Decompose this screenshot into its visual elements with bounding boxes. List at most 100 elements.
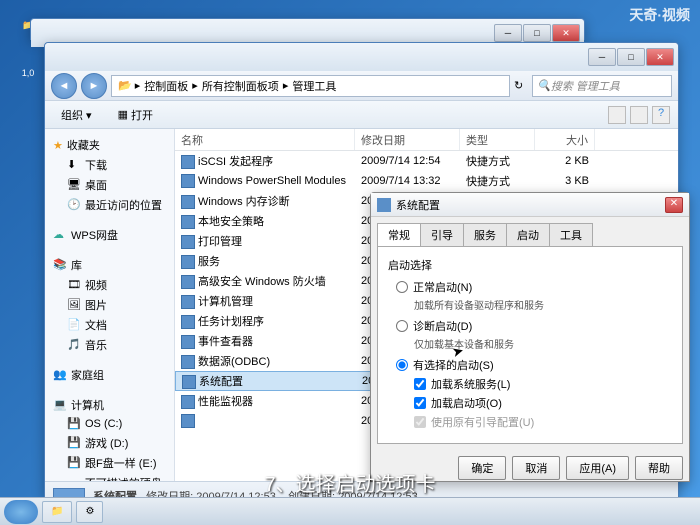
shortcut-icon (181, 315, 195, 329)
tabs: 常规 引导 服务 启动 工具 (371, 217, 689, 246)
column-headers[interactable]: 名称 修改日期 类型 大小 (175, 129, 678, 151)
search-input[interactable]: 🔍 搜索 管理工具 (532, 75, 672, 97)
drive-icon: 💾 (67, 436, 81, 450)
background-window: ─ □ ✕ (30, 18, 585, 40)
taskbar-item[interactable]: ⚙ (76, 501, 103, 523)
col-date[interactable]: 修改日期 (355, 129, 460, 150)
titlebar[interactable]: ─ □ ✕ (45, 43, 678, 71)
toolbar: 组织 ▾ ▦ 打开 ? (45, 101, 678, 129)
msconfig-dialog: 系统配置 ✕ 常规 引导 服务 启动 工具 启动选择 正常启动(N) 加载所有设… (370, 192, 690, 482)
ok-button[interactable]: 确定 (458, 456, 506, 480)
tab-services[interactable]: 服务 (463, 223, 507, 246)
check-bootcfg: 使用原有引导配置(U) (414, 414, 672, 430)
col-type[interactable]: 类型 (460, 129, 535, 150)
tab-tools[interactable]: 工具 (549, 223, 593, 246)
video-icon: 🎞 (67, 278, 81, 292)
taskbar: 📁 ⚙ (0, 497, 700, 525)
folder-icon: 📂 ▸ (118, 79, 140, 92)
close-button[interactable]: ✕ (646, 48, 674, 66)
dialog-title: 系统配置 (396, 197, 440, 213)
organize-button[interactable]: 组织 ▾ (53, 104, 100, 126)
desktop-icon[interactable]: 1,0 (8, 68, 48, 108)
shortcut-icon (181, 355, 195, 369)
apply-button[interactable]: 应用(A) (566, 456, 629, 480)
address-bar: ◄ ► 📂 ▸ 控制面板▸ 所有控制面板项▸ 管理工具 ↻ 🔍 搜索 管理工具 (45, 71, 678, 101)
cloud-icon: ☁ (53, 228, 67, 242)
star-icon: ★ (53, 139, 63, 152)
picture-icon: 🖼 (67, 298, 81, 312)
taskbar-item[interactable]: 📁 (42, 501, 72, 523)
sidebar-item-drive-e[interactable]: 💾跟F盘一样 (E:) (49, 453, 170, 473)
sidebar-item-drive-c[interactable]: 💾OS (C:) (49, 415, 170, 433)
breadcrumb-item[interactable]: 管理工具 (292, 78, 336, 94)
app-icon (377, 198, 391, 212)
shortcut-icon (181, 395, 195, 409)
sidebar-item-desktop[interactable]: 🖥桌面 (49, 175, 170, 195)
sidebar-item-downloads[interactable]: ⬇下载 (49, 155, 170, 175)
shortcut-icon (181, 215, 195, 229)
preview-icon[interactable] (630, 106, 648, 124)
help-icon[interactable]: ? (652, 106, 670, 124)
sidebar-wps[interactable]: ☁WPS网盘 (49, 225, 170, 245)
dialog-titlebar[interactable]: 系统配置 ✕ (371, 193, 689, 217)
radio-diagnostic[interactable]: 诊断启动(D) (396, 318, 672, 334)
drive-icon: 💾 (67, 417, 81, 431)
breadcrumb-item[interactable]: 控制面板 (144, 78, 188, 94)
radio-normal[interactable]: 正常启动(N) (396, 279, 672, 295)
forward-button[interactable]: ► (81, 73, 107, 99)
check-services[interactable]: 加载系统服务(L) (414, 376, 672, 392)
sidebar-computer[interactable]: 💻计算机 (49, 395, 170, 415)
sidebar-favorites[interactable]: ★收藏夹 (49, 135, 170, 155)
maximize-button[interactable]: □ (617, 48, 645, 66)
watermark: 天奇·视频 (629, 5, 690, 25)
sidebar-libraries[interactable]: 📚库 (49, 255, 170, 275)
drive-icon: 💾 (67, 456, 81, 470)
shortcut-icon (181, 235, 195, 249)
sidebar-item-pictures[interactable]: 🖼图片 (49, 295, 170, 315)
maximize-button[interactable]: □ (523, 24, 551, 42)
music-icon: 🎵 (67, 338, 81, 352)
shortcut-icon (181, 295, 195, 309)
tab-startup[interactable]: 启动 (506, 223, 550, 246)
col-name[interactable]: 名称 (175, 129, 355, 150)
view-icon[interactable] (608, 106, 626, 124)
dialog-body: 启动选择 正常启动(N) 加载所有设备驱动程序和服务 诊断启动(D) 仅加载基本… (377, 246, 683, 444)
minimize-button[interactable]: ─ (588, 48, 616, 66)
sidebar-homegroup[interactable]: 👥家庭组 (49, 365, 170, 385)
radio-selective[interactable]: 有选择的启动(S) (396, 357, 672, 373)
refresh-icon[interactable]: ↻ (514, 79, 528, 92)
open-button[interactable]: ▦ 打开 (110, 104, 161, 126)
col-size[interactable]: 大小 (535, 129, 595, 150)
library-icon: 📚 (53, 258, 67, 272)
help-button[interactable]: 帮助 (635, 456, 683, 480)
shortcut-icon (182, 375, 196, 389)
desc-normal: 加载所有设备驱动程序和服务 (414, 297, 672, 312)
recent-icon: 🕑 (67, 198, 81, 212)
breadcrumb-item[interactable]: 所有控制面板项 (202, 78, 279, 94)
tab-boot[interactable]: 引导 (420, 223, 464, 246)
computer-icon: 💻 (53, 398, 67, 412)
start-button[interactable] (4, 500, 38, 524)
cancel-button[interactable]: 取消 (512, 456, 560, 480)
sidebar-item-drive-d[interactable]: 💾游戏 (D:) (49, 433, 170, 453)
sidebar-item-documents[interactable]: 📄文档 (49, 315, 170, 335)
close-button[interactable]: ✕ (665, 197, 683, 213)
sidebar-item-music[interactable]: 🎵音乐 (49, 335, 170, 355)
download-icon: ⬇ (67, 158, 81, 172)
sidebar-item-drive-f[interactable]: 💾不可描述的硬盘 ( (49, 473, 170, 481)
tab-general[interactable]: 常规 (377, 223, 421, 246)
sidebar-item-recent[interactable]: 🕑最近访问的位置 (49, 195, 170, 215)
check-startup[interactable]: 加载启动项(O) (414, 395, 672, 411)
document-icon: 📄 (67, 318, 81, 332)
breadcrumb[interactable]: 📂 ▸ 控制面板▸ 所有控制面板项▸ 管理工具 (111, 75, 510, 97)
subtitle-caption: 7、选择启动选项卡 (264, 468, 435, 497)
sidebar-item-videos[interactable]: 🎞视频 (49, 275, 170, 295)
group-label: 启动选择 (388, 257, 672, 273)
minimize-button[interactable]: ─ (494, 24, 522, 42)
close-button[interactable]: ✕ (552, 24, 580, 42)
table-row[interactable]: iSCSI 发起程序2009/7/14 12:54快捷方式2 KB (175, 151, 678, 171)
table-row[interactable]: Windows PowerShell Modules2009/7/14 13:3… (175, 171, 678, 191)
back-button[interactable]: ◄ (51, 73, 77, 99)
desktop-icon: 🖥 (67, 178, 81, 192)
homegroup-icon: 👥 (53, 368, 67, 382)
